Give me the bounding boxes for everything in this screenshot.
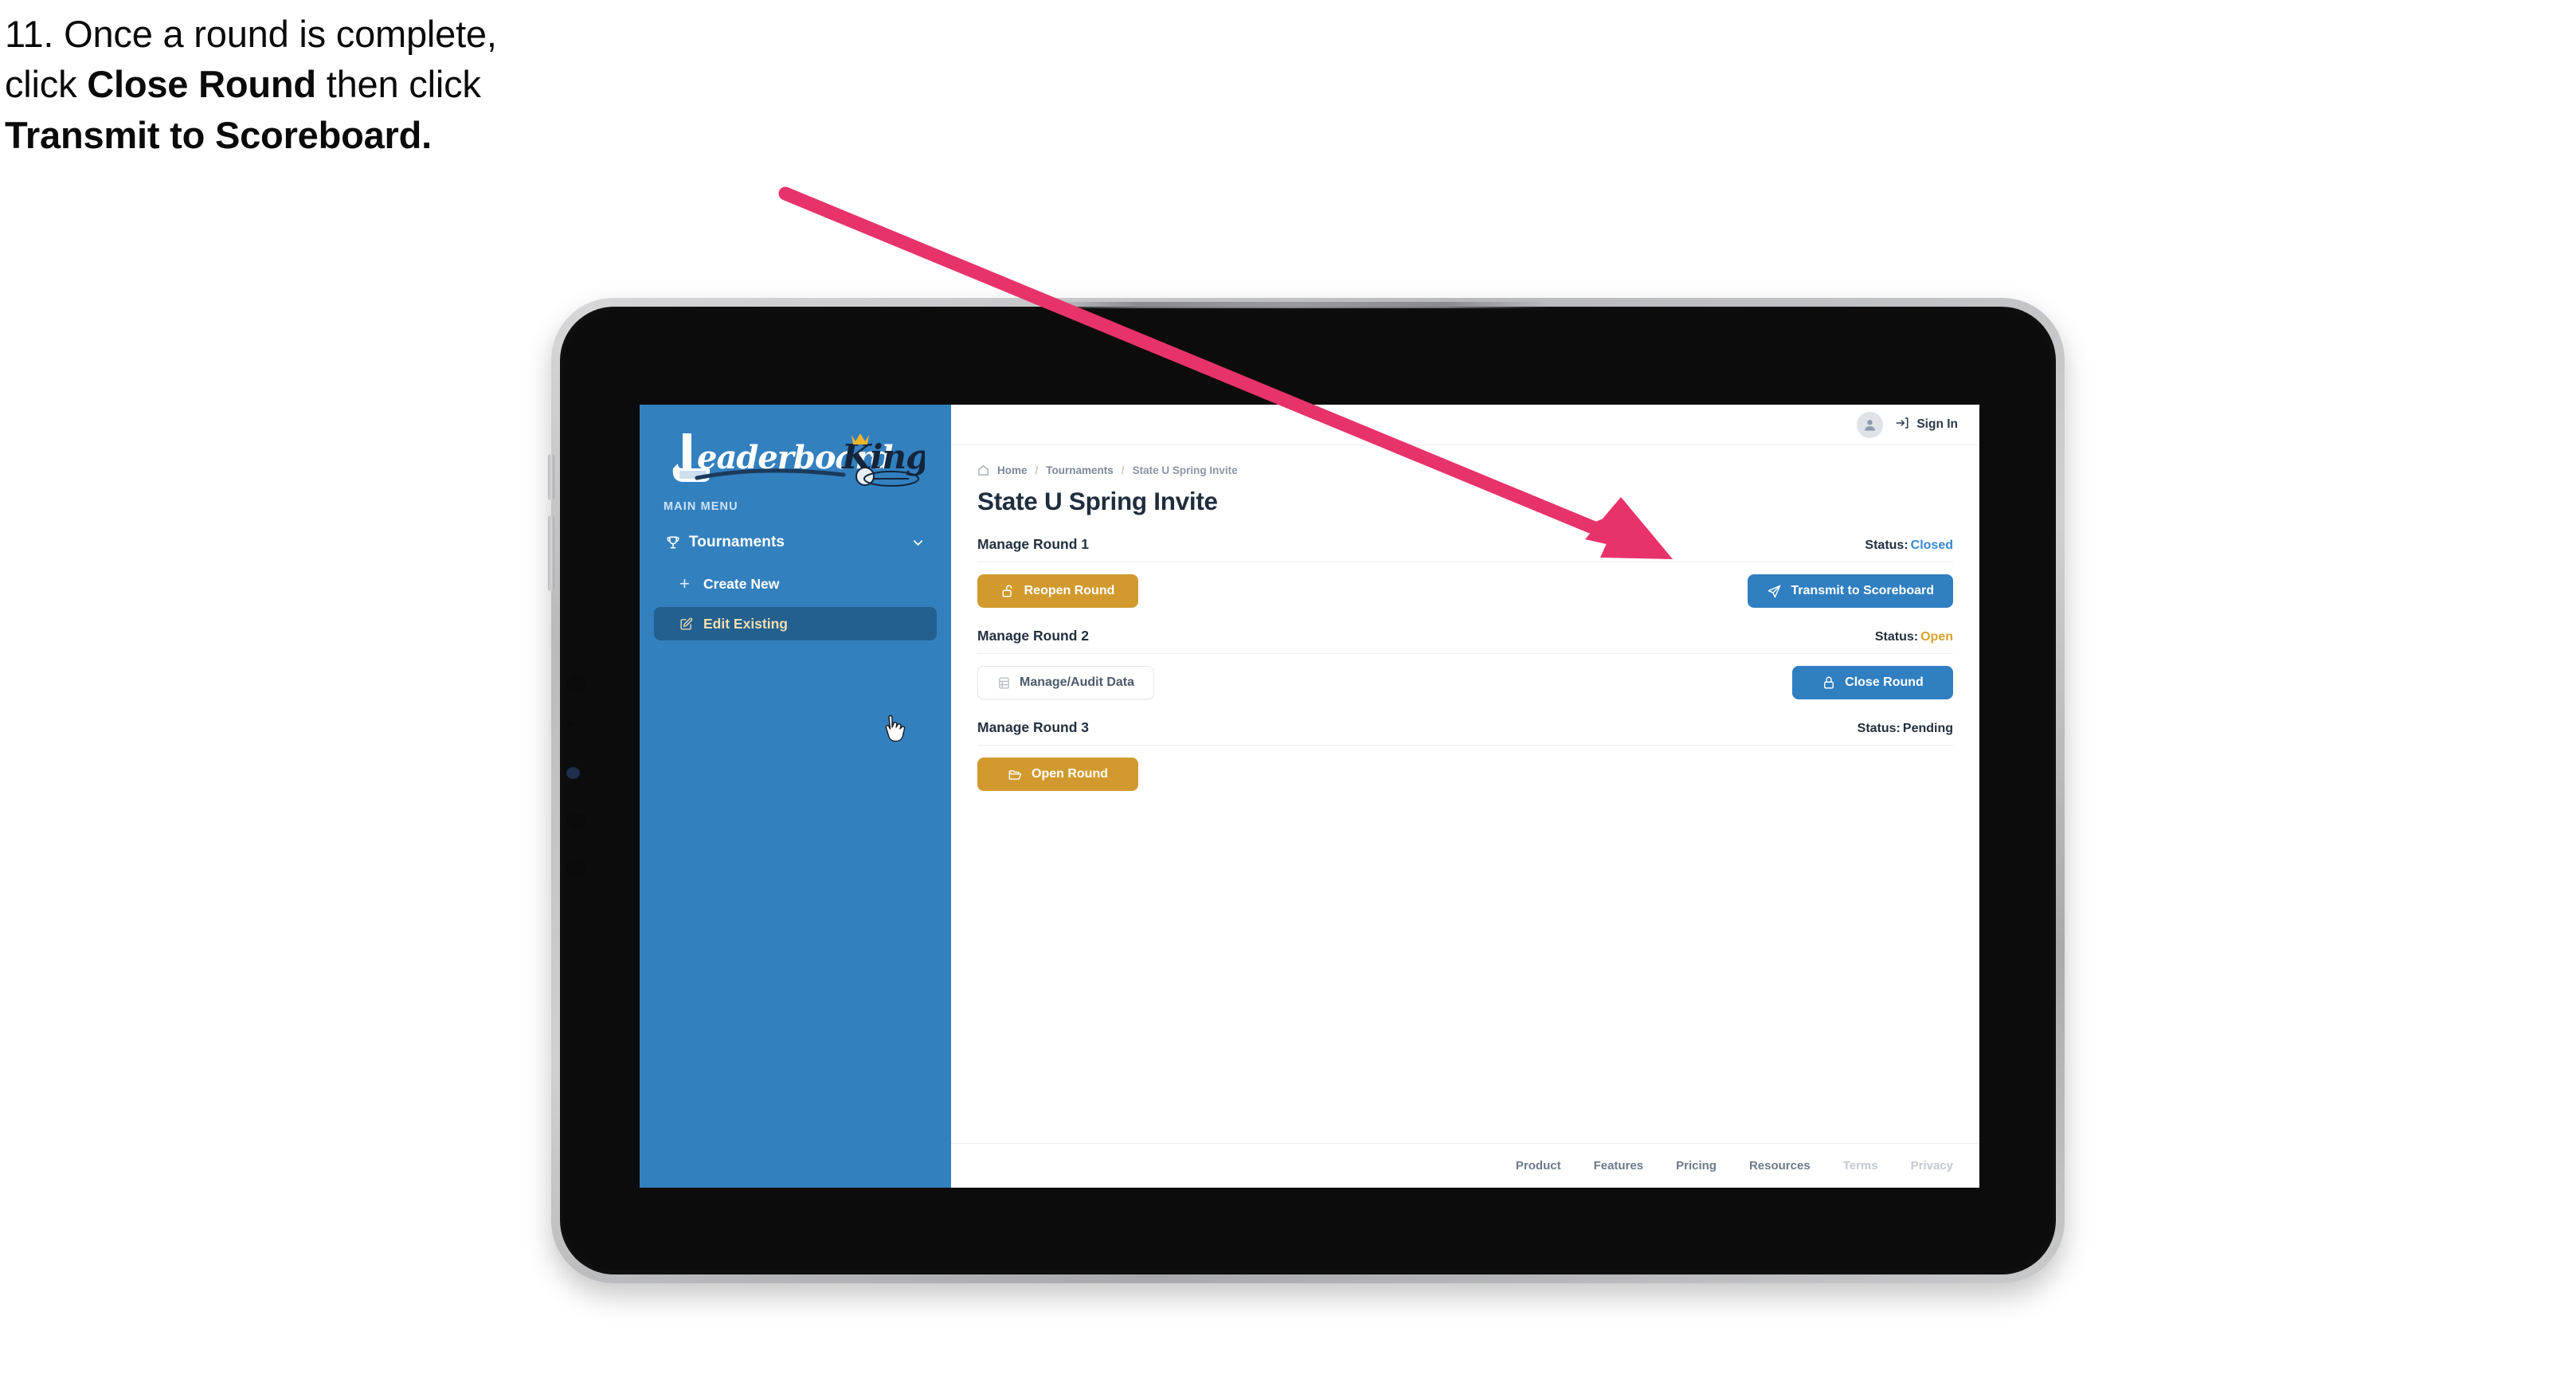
tablet-sensor-dot-1 xyxy=(566,675,587,692)
breadcrumb-separator-2: / xyxy=(1121,464,1125,476)
sidebar-section-label: MAIN MENU xyxy=(664,500,738,513)
unlock-icon xyxy=(1001,584,1016,598)
breadcrumb-separator-1: / xyxy=(1035,464,1039,476)
caption-line-2-pre: click xyxy=(5,63,88,106)
lock-icon xyxy=(1822,675,1836,690)
instruction-caption: 11. Once a round is complete, click Clos… xyxy=(5,14,849,166)
caption-line-2: click Close Round then click xyxy=(5,65,849,104)
reopen-round-label: Reopen Round xyxy=(1024,584,1115,597)
open-round-button[interactable]: Open Round xyxy=(977,758,1138,791)
round-1-actions: Reopen Round Transmit to Scoreboard xyxy=(977,574,1953,608)
mouse-cursor-pointer-icon xyxy=(880,715,907,745)
tablet-volume-down-button[interactable] xyxy=(548,515,554,591)
sidebar-item-edit-existing-label: Edit Existing xyxy=(703,615,788,632)
breadcrumb-item-tournaments[interactable]: Tournaments xyxy=(1046,464,1114,476)
round-2-name: Manage Round 2 xyxy=(977,628,1090,644)
sidebar-item-tournaments[interactable]: Tournaments xyxy=(654,524,937,561)
round-section-2: Manage Round 2 Status: Open Manage/Audit… xyxy=(977,628,1953,699)
footer-link-pricing[interactable]: Pricing xyxy=(1676,1159,1717,1173)
tablet-sensor-dot-4 xyxy=(566,859,587,877)
close-round-button[interactable]: Close Round xyxy=(1792,666,1953,699)
trophy-icon xyxy=(665,534,689,550)
round-section-1: Manage Round 1 Status: Closed Reopen Rou… xyxy=(977,536,1953,608)
chevron-down-icon[interactable] xyxy=(910,535,926,550)
round-1-status-label: Status: xyxy=(1865,538,1909,552)
breadcrumb: Home / Tournaments / State U Spring Invi… xyxy=(977,464,1953,476)
paper-plane-icon xyxy=(1767,584,1782,599)
tablet-speaker-strip xyxy=(1038,302,1548,308)
sign-in-button[interactable]: Sign In xyxy=(1895,416,1958,434)
leaderboard-king-logo-icon: eaderboard King xyxy=(672,433,925,487)
round-3-status-label: Status: xyxy=(1857,722,1901,735)
footer-link-features[interactable]: Features xyxy=(1594,1159,1644,1173)
round-1-status-value: Closed xyxy=(1910,538,1953,552)
transmit-to-scoreboard-button[interactable]: Transmit to Scoreboard xyxy=(1748,574,1953,608)
caption-bold-close-round: Close Round xyxy=(87,63,316,106)
tablet-device-frame: eaderboard King MAIN MENU Tournaments + … xyxy=(548,298,2065,1283)
tablet-sensor-dot-2 xyxy=(566,721,574,727)
manage-audit-data-label: Manage/Audit Data xyxy=(1020,675,1135,689)
round-2-header: Manage Round 2 Status: Open xyxy=(977,628,1953,654)
main-content: Sign In Home / Tournaments / State U Spr… xyxy=(951,405,1979,1188)
sidebar-item-create-new[interactable]: + Create New xyxy=(654,567,937,601)
close-round-label: Close Round xyxy=(1845,675,1924,689)
tablet-sensor-dot-3 xyxy=(566,813,587,831)
round-2-status-value: Open xyxy=(1920,630,1953,644)
tablet-bezel: eaderboard King MAIN MENU Tournaments + … xyxy=(548,302,2056,1274)
tablet-volume-up-button[interactable] xyxy=(548,454,554,500)
caption-line-2-post: then click xyxy=(315,63,481,106)
round-2-status-label: Status: xyxy=(1874,630,1919,644)
open-round-label: Open Round xyxy=(1032,767,1108,781)
caption-line-1: 11. Once a round is complete, xyxy=(5,13,497,55)
sign-in-arrow-icon xyxy=(1895,416,1909,434)
round-3-name: Manage Round 3 xyxy=(977,719,1090,735)
round-3-status-value: Pending xyxy=(1902,722,1953,735)
app-footer: Product Features Pricing Resources Terms… xyxy=(951,1143,1979,1188)
reopen-round-button[interactable]: Reopen Round xyxy=(977,574,1138,608)
app-viewport: eaderboard King MAIN MENU Tournaments + … xyxy=(640,405,1979,1188)
footer-link-privacy[interactable]: Privacy xyxy=(1911,1159,1953,1173)
breadcrumb-item-home[interactable]: Home xyxy=(997,464,1028,476)
open-folder-icon xyxy=(1008,767,1023,782)
round-1-status: Status: Closed xyxy=(1865,538,1953,553)
footer-link-resources[interactable]: Resources xyxy=(1749,1159,1811,1173)
sidebar-item-create-new-label: Create New xyxy=(703,575,780,592)
sidebar-item-tournaments-label: Tournaments xyxy=(689,534,785,550)
home-icon[interactable] xyxy=(977,464,989,476)
footer-link-product[interactable]: Product xyxy=(1516,1159,1561,1173)
page-content: Home / Tournaments / State U Spring Invi… xyxy=(951,445,1979,1143)
manage-audit-data-button[interactable]: Manage/Audit Data xyxy=(977,666,1155,699)
round-3-status: Status: Pending xyxy=(1858,722,1953,736)
sidebar-item-edit-existing[interactable]: Edit Existing xyxy=(654,607,937,640)
round-1-name: Manage Round 1 xyxy=(977,536,1090,552)
caption-line-3: Transmit to Scoreboard. xyxy=(5,116,849,155)
user-avatar-icon[interactable] xyxy=(1857,411,1884,438)
round-2-status: Status: Open xyxy=(1875,630,1953,644)
round-2-actions: Manage/Audit Data Close Round xyxy=(977,666,1953,699)
caption-bold-transmit: Transmit to Scoreboard. xyxy=(5,113,433,156)
table-grid-icon xyxy=(997,676,1011,690)
screenshot-root: 11. Once a round is complete, click Clos… xyxy=(0,0,2576,1386)
app-logo[interactable]: eaderboard King xyxy=(640,405,951,494)
tablet-camera-lens xyxy=(566,767,580,779)
app-topbar: Sign In xyxy=(951,405,1979,445)
edit-pencil-icon xyxy=(679,617,703,631)
page-title: State U Spring Invite xyxy=(977,487,1218,515)
round-3-actions: Open Round xyxy=(977,758,1953,791)
round-section-3: Manage Round 3 Status: Pending Open Roun… xyxy=(977,719,1953,791)
footer-link-terms[interactable]: Terms xyxy=(1843,1159,1878,1173)
sign-in-label: Sign In xyxy=(1916,417,1958,431)
transmit-to-scoreboard-label: Transmit to Scoreboard xyxy=(1791,584,1934,597)
breadcrumb-item-current: State U Spring Invite xyxy=(1132,464,1238,476)
sidebar: eaderboard King MAIN MENU Tournaments + … xyxy=(640,405,951,1188)
plus-icon: + xyxy=(679,574,690,593)
round-3-header: Manage Round 3 Status: Pending xyxy=(977,719,1953,746)
round-1-header: Manage Round 1 Status: Closed xyxy=(977,536,1953,562)
